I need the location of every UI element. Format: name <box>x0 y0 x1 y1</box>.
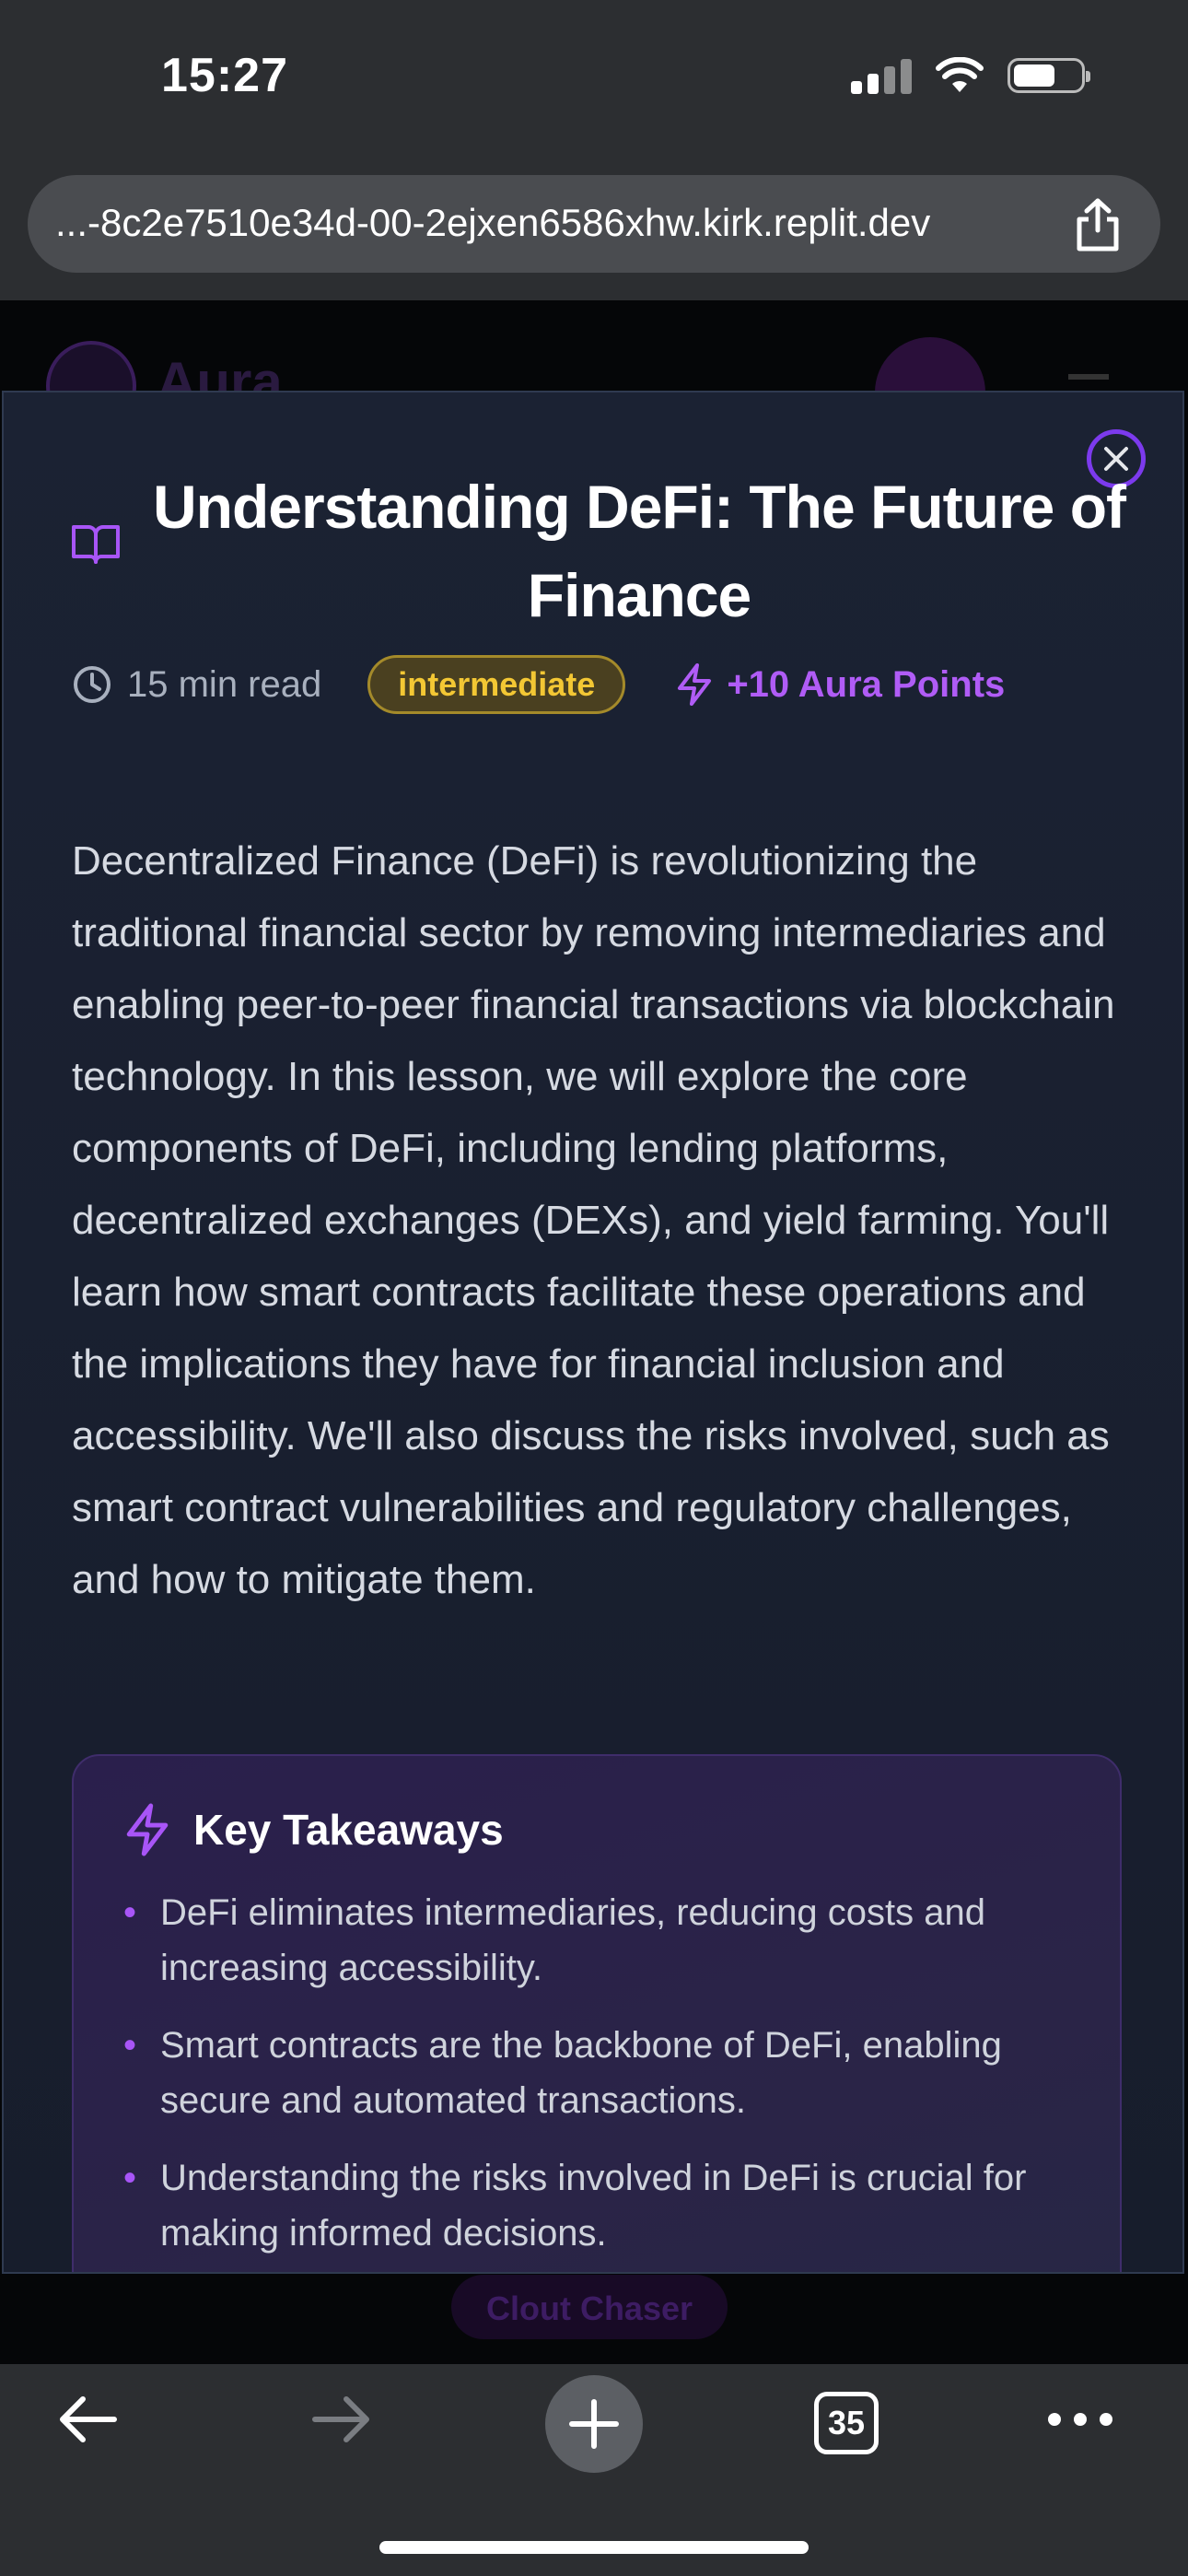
status-icons <box>851 57 1090 94</box>
list-item: DeFi eliminates intermediaries, reducing… <box>123 1885 1081 1996</box>
key-takeaways-card: Key Takeaways DeFi eliminates intermedia… <box>72 1754 1122 2272</box>
forward-button[interactable] <box>291 2364 392 2475</box>
lesson-modal: Understanding DeFi: The Future of Financ… <box>2 391 1184 2274</box>
cellular-signal-icon <box>851 57 912 94</box>
read-time-label: 15 min read <box>127 663 322 705</box>
more-button[interactable] <box>1030 2364 1131 2475</box>
status-bar: 15:27 <box>0 0 1188 166</box>
status-time: 15:27 <box>161 49 288 102</box>
rank-pill-label: Clout Chaser <box>485 2289 693 2327</box>
wifi-icon <box>936 57 984 92</box>
url-text[interactable]: ...-8c2e7510e34d-00-2ejxen6586xhw.kirk.r… <box>55 201 930 245</box>
key-takeaways-list: DeFi eliminates intermediaries, reducing… <box>123 1885 1081 2272</box>
difficulty-badge: intermediate <box>367 655 626 714</box>
more-dots-icon <box>1048 2413 1112 2426</box>
clock-icon <box>74 666 111 703</box>
lightning-bolt-icon <box>678 663 712 706</box>
key-takeaways-header: Key Takeaways <box>123 1802 504 1857</box>
book-open-icon <box>72 525 120 564</box>
new-tab-button[interactable] <box>545 2375 643 2473</box>
address-bar[interactable]: ...-8c2e7510e34d-00-2ejxen6586xhw.kirk.r… <box>28 175 1160 273</box>
lesson-title: Understanding DeFi: The Future of Financ… <box>153 473 1126 629</box>
battery-icon <box>1007 58 1090 93</box>
lesson-content: Decentralized Finance (DeFi) is revoluti… <box>72 838 1115 1602</box>
list-item: Understanding the risks involved in DeFi… <box>123 2150 1081 2261</box>
key-takeaways-title: Key Takeaways <box>193 1806 504 1854</box>
arrow-right-icon <box>312 2396 369 2442</box>
list-item: Smart contracts are the backbone of DeFi… <box>123 2018 1081 2128</box>
tabs-button[interactable]: 35 <box>814 2392 879 2454</box>
lesson-meta: 15 min read intermediate +10 Aura Points <box>72 652 1005 717</box>
arrow-left-icon <box>60 2396 117 2442</box>
menu-icon <box>1068 374 1109 380</box>
plus-icon <box>569 2399 619 2449</box>
back-button[interactable] <box>37 2364 138 2475</box>
aura-points: +10 Aura Points <box>675 662 1005 707</box>
read-time: 15 min read <box>72 664 321 706</box>
aura-points-label: +10 Aura Points <box>727 663 1006 705</box>
rank-pill: Clout Chaser <box>451 2275 728 2339</box>
share-icon[interactable] <box>1072 197 1124 252</box>
home-indicator <box>379 2541 809 2554</box>
lightning-bolt-icon <box>126 1803 169 1856</box>
